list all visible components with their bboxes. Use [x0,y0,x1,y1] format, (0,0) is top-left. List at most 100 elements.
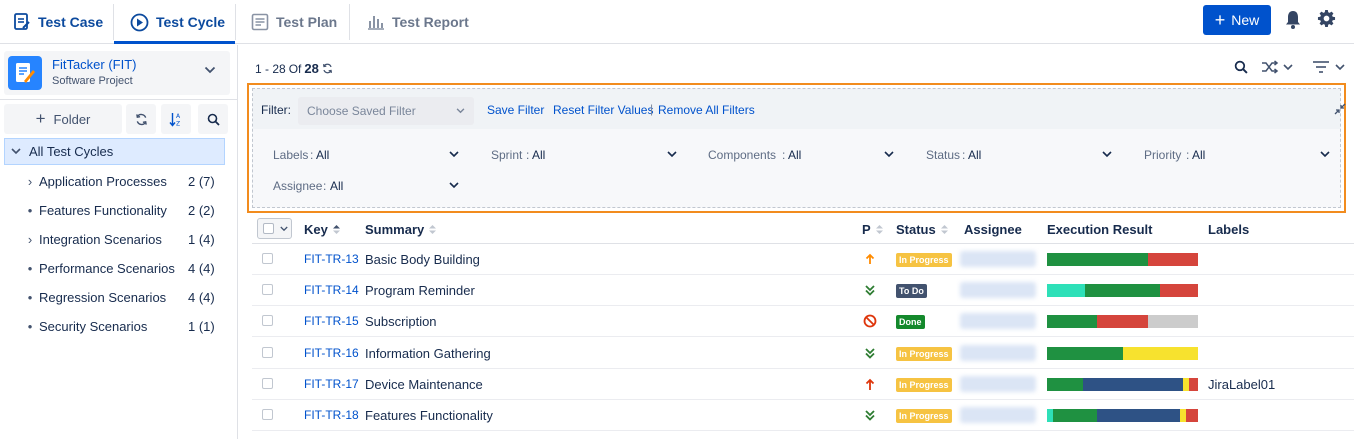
search-icon [1234,60,1248,74]
colon: : [782,148,786,162]
select-all-checkbox[interactable] [257,218,292,239]
shuffle-menu-button[interactable] [1261,60,1295,77]
execution-segment [1047,315,1097,328]
tree-item-label: Integration Scenarios [39,232,162,247]
sort-icon [940,225,948,234]
sort-icon [875,225,883,234]
chevron-down-icon [449,151,459,158]
divider [0,99,237,100]
new-button[interactable]: + New [1203,5,1271,35]
collapse-icon[interactable] [1334,103,1346,115]
table-row[interactable]: FIT-TR-18 Features Functionality In Progre… [252,400,1354,431]
refresh-icon[interactable] [322,63,333,74]
chevron-down-icon [449,182,459,189]
column-header-label: Execution Result [1047,222,1153,237]
gear-icon[interactable] [1317,9,1336,31]
sort-icon [429,225,437,234]
filter-field-value: All [788,148,802,162]
column-header-assignee[interactable]: Assignee [964,222,1022,237]
tree-item-features-functionality[interactable]: • Features Functionality 2 (2) [0,196,237,225]
search-button[interactable] [198,104,228,134]
tab-test-report[interactable]: Test Report [367,0,469,44]
table-search-button[interactable] [1234,60,1248,77]
tree-item-count: 2 (7) [188,174,215,189]
chevron-down-icon [1320,151,1330,158]
column-header-label: Status [896,222,936,237]
status-badge: In Progress [896,347,952,361]
add-folder-button[interactable]: + Folder [4,104,122,134]
remove-all-filters-link[interactable]: Remove All Filters [658,103,755,117]
execution-segment [1053,409,1097,422]
row-key-link[interactable]: FIT-TR-14 [304,283,359,297]
tree-item-label: Regression Scenarios [39,290,167,305]
row-checkbox[interactable] [262,284,273,295]
tab-test-case-label: Test Case [38,14,104,30]
tab-test-cycle-label: Test Cycle [156,14,225,30]
reset-filter-values-link[interactable]: Reset Filter Values [553,103,653,117]
bullet-icon: • [27,290,33,305]
table-row[interactable]: FIT-TR-14 Program Reminder To Do [252,275,1354,306]
table-row[interactable]: FIT-TR-16 Information Gathering In Progres… [252,338,1354,369]
test-plan-icon [251,13,269,31]
left-panel: FitTacker (FIT) Software Project + Folde… [0,45,238,439]
execution-segment [1096,315,1149,328]
bell-icon[interactable] [1285,10,1301,32]
row-key-link[interactable]: FIT-TR-13 [304,252,359,266]
saved-filter-select[interactable]: Choose Saved Filter [298,97,474,125]
column-header-priority[interactable]: P [862,222,884,237]
priority-lowest-double-chevron-icon [863,283,877,297]
tree-root-all-test-cycles[interactable]: All Test Cycles [4,138,225,165]
row-checkbox[interactable] [262,378,273,389]
filter-field-label: Sprint [491,148,523,162]
row-checkbox[interactable] [262,253,273,264]
row-key-link[interactable]: FIT-TR-15 [304,314,359,328]
tab-test-cycle[interactable]: Test Cycle [130,0,225,44]
refresh-button[interactable] [126,104,156,134]
tab-test-case[interactable]: Test Case [13,0,103,44]
status-badge: Done [896,315,925,329]
test-report-icon [368,16,384,30]
search-icon [207,113,220,126]
column-header-status[interactable]: Status [896,222,949,237]
column-header-execution-result[interactable]: Execution Result [1047,222,1152,237]
project-logo-icon [8,56,42,90]
chevron-right-icon: › [27,232,33,247]
chevron-down-icon [204,66,216,74]
assignee-avatar [960,282,1036,298]
column-header-labels[interactable]: Labels [1208,222,1249,237]
status-badge: To Do [896,284,927,298]
table-row[interactable]: FIT-TR-15 Subscription Done [252,306,1354,337]
row-checkbox[interactable] [262,315,273,326]
tree-item-performance-scenarios[interactable]: • Performance Scenarios 4 (4) [0,254,237,283]
project-selector[interactable]: FitTacker (FIT) Software Project [4,51,230,95]
tree-item-regression-scenarios[interactable]: • Regression Scenarios 4 (4) [0,283,237,312]
row-key-link[interactable]: FIT-TR-17 [304,377,359,391]
column-header-summary[interactable]: Summary [365,222,437,237]
table-row[interactable]: FIT-TR-17 Device Maintenance In Progress Ji… [252,369,1354,400]
colon: : [310,148,314,162]
tree-item-integration-scenarios[interactable]: › Integration Scenarios 1 (4) [0,225,237,254]
column-header-label: Key [304,222,328,237]
tab-test-plan-label: Test Plan [276,14,338,30]
sort-button[interactable]: AZ [161,104,191,134]
row-checkbox[interactable] [262,347,273,358]
filter-menu-button[interactable] [1312,60,1348,77]
row-key-link[interactable]: FIT-TR-18 [304,408,359,422]
folder-button-label: Folder [53,111,91,127]
row-summary: Subscription [365,314,437,329]
pagination-count: 1 - 28 Of 28 [255,61,333,76]
execution-segment [1096,409,1180,422]
tree-item-application-processes[interactable]: › Application Processes 2 (7) [0,167,237,196]
row-checkbox[interactable] [262,409,273,420]
filter-field-label: Assignee [273,179,323,193]
save-filter-link[interactable]: Save Filter [487,103,544,117]
filter-field-label: Labels [273,148,309,162]
test-cycle-icon [130,13,149,31]
execution-segment [1188,378,1198,391]
table-row[interactable]: FIT-TR-13 Basic Body Building In Progress [252,244,1354,275]
column-header-key[interactable]: Key [304,222,341,237]
row-key-link[interactable]: FIT-TR-16 [304,346,359,360]
tab-test-plan[interactable]: Test Plan [251,0,337,44]
assignee-avatar [960,407,1036,423]
tree-item-security-scenarios[interactable]: • Security Scenarios 1 (1) [0,312,237,341]
